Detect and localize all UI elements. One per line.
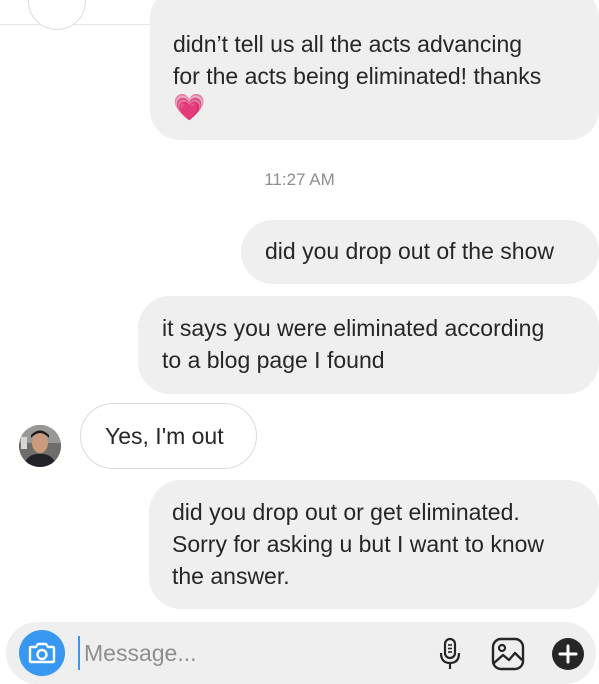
camera-icon <box>28 642 56 664</box>
message-timestamp: 11:27 AM <box>264 170 335 189</box>
message-text-line: didn’t tell us all the acts advancing <box>173 31 523 57</box>
header-avatar[interactable] <box>28 0 86 30</box>
message-text-line: did you drop out or get eliminated. <box>172 499 520 525</box>
message-text-line: Sorry for asking u but I want to know <box>172 531 545 557</box>
avatar-photo <box>19 425 61 467</box>
message-bubble-outgoing[interactable]: didn’t tell us all the acts advancing fo… <box>150 0 599 140</box>
sender-avatar[interactable] <box>19 425 61 467</box>
message-bubble-outgoing[interactable]: did you drop out of the show <box>241 220 599 284</box>
message-composer <box>6 622 596 684</box>
gallery-button[interactable] <box>490 636 526 672</box>
message-text-line: to a blog page I found <box>162 347 385 373</box>
microphone-button[interactable] <box>432 636 468 672</box>
microphone-icon <box>439 637 461 669</box>
message-text-line: for the acts being eliminated! thanks <box>173 63 542 89</box>
message-text-line: the answer. <box>172 563 290 589</box>
gallery-icon <box>491 637 525 671</box>
message-text-line: Yes, I'm out <box>105 423 224 449</box>
message-text-line: did you drop out of the show <box>265 238 554 264</box>
add-button[interactable] <box>550 636 586 672</box>
message-bubble-incoming[interactable]: Yes, I'm out <box>80 403 257 469</box>
plus-circle-icon <box>552 638 584 670</box>
message-input[interactable] <box>78 636 424 670</box>
heart-emoji: 💗 <box>173 92 206 122</box>
message-bubble-outgoing[interactable]: did you drop out or get eliminated. Sorr… <box>149 480 599 609</box>
message-bubble-outgoing[interactable]: it says you were eliminated according to… <box>138 296 599 394</box>
message-text-line: it says you were eliminated according <box>162 315 545 341</box>
camera-button[interactable] <box>19 630 65 676</box>
